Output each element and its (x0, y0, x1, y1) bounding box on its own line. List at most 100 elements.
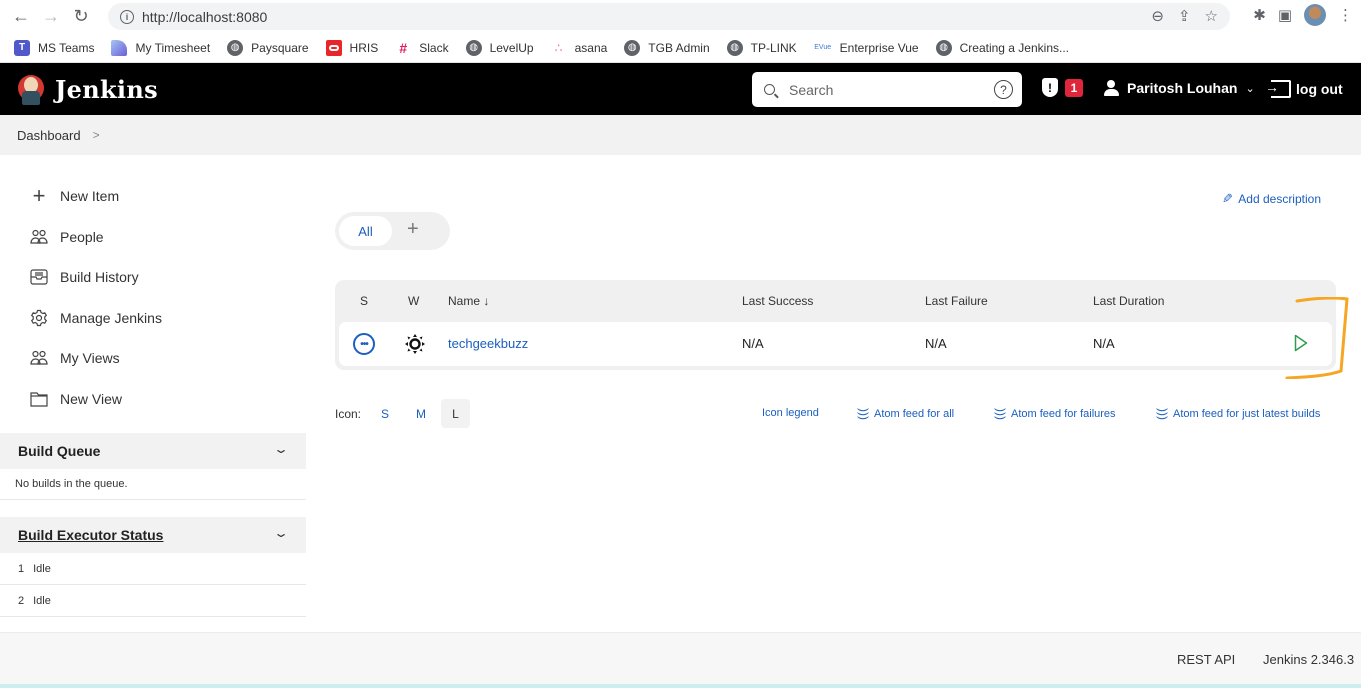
bookmark-ms-teams[interactable]: T MS Teams (14, 39, 94, 56)
bookmarks-bar: T MS Teams My Timesheet ◍ Paysquare HRIS #… (0, 33, 1361, 63)
projects-table: S W Name ↓ Last Success Last Failure Las… (335, 280, 1336, 370)
extensions-icon[interactable]: ✱ (1253, 6, 1266, 24)
col-last-success[interactable]: Last Success (742, 294, 813, 308)
view-tabs: All + (335, 212, 450, 250)
side-panel-icon[interactable]: ▣ (1278, 6, 1292, 24)
icon-legend-link[interactable]: Icon legend (762, 407, 819, 419)
bookmark-my-timesheet[interactable]: My Timesheet (111, 39, 210, 56)
timesheet-icon (111, 39, 128, 56)
table-row: ••• techgeekbuzz N/A N/A N/A (339, 322, 1332, 366)
chevron-down-icon: ⌄ (1245, 82, 1255, 95)
rss-icon: ))) (857, 408, 871, 420)
bookmark-star-icon[interactable]: ☆ (1205, 7, 1218, 25)
icon-size-m[interactable]: M (416, 407, 426, 421)
atom-feed-all-link[interactable]: ))) Atom feed for all (857, 407, 954, 421)
weather-sunny-icon[interactable] (404, 333, 426, 355)
rest-api-link[interactable]: REST API (1177, 652, 1235, 667)
jenkins-version-link[interactable]: Jenkins 2.346.3 (1263, 652, 1354, 667)
jenkins-logo-icon (16, 72, 46, 106)
search-icon (764, 84, 775, 95)
browser-toolbar: ← → ↻ i http://localhost:8080 ⊖ ⇪ ☆ ✱ ▣ … (0, 0, 1361, 33)
chevron-down-icon[interactable]: ⌄ (273, 526, 289, 540)
sidebar-item-my-views[interactable]: My Views (30, 349, 120, 367)
user-name: Paritosh Louhan (1127, 80, 1238, 96)
search-input[interactable] (789, 81, 989, 98)
gear-icon (30, 309, 48, 327)
folder-icon (30, 390, 48, 408)
jenkins-header: Jenkins ? ! 1 Paritosh Louhan ⌄ log out (0, 63, 1361, 115)
add-description-link[interactable]: ✎ Add description (1222, 191, 1321, 207)
profile-avatar[interactable] (1304, 4, 1326, 26)
bottom-strip (0, 684, 1361, 688)
sidebar-item-people[interactable]: People (30, 228, 104, 246)
last-success-value: N/A (742, 336, 764, 351)
sidebar-item-manage-jenkins[interactable]: Manage Jenkins (30, 309, 162, 327)
jenkins-home-link[interactable]: Jenkins (16, 72, 158, 106)
col-status[interactable]: S (360, 294, 368, 308)
bookmark-enterprise-vue[interactable]: EVue Enterprise Vue (814, 40, 918, 56)
rss-icon: ))) (1156, 408, 1170, 420)
share-icon[interactable]: ⇪ (1178, 7, 1191, 25)
col-last-failure[interactable]: Last Failure (925, 294, 988, 308)
chevron-down-icon[interactable]: ⌄ (273, 442, 289, 456)
bookmark-tp-link[interactable]: ◍ TP-LINK (726, 39, 797, 56)
atom-feed-failures-link[interactable]: ))) Atom feed for failures (994, 407, 1116, 421)
breadcrumb: Dashboard > (0, 115, 1361, 155)
address-bar[interactable]: i http://localhost:8080 ⊖ ⇪ ☆ (108, 3, 1230, 30)
globe-icon: ◍ (726, 39, 743, 56)
build-executor-link[interactable]: Build Executor Status (18, 527, 163, 543)
page-footer: REST API Jenkins 2.346.3 (0, 632, 1361, 684)
evue-icon: EVue (814, 44, 832, 51)
url-text[interactable]: http://localhost:8080 (142, 9, 267, 25)
globe-icon: ◍ (935, 39, 952, 56)
last-failure-value: N/A (925, 336, 947, 351)
bookmark-creating-jenkins[interactable]: ◍ Creating a Jenkins... (935, 39, 1069, 56)
annotation-bracket (1285, 297, 1349, 379)
add-view-tab[interactable]: + (407, 218, 419, 241)
help-icon[interactable]: ? (994, 80, 1013, 99)
chevron-right-icon[interactable]: > (93, 128, 100, 142)
breadcrumb-dashboard[interactable]: Dashboard (17, 128, 81, 143)
bookmark-levelup[interactable]: ◍ LevelUp (465, 39, 534, 56)
user-menu[interactable]: Paritosh Louhan ⌄ (1104, 80, 1255, 96)
browser-menu-icon[interactable]: ⋮ (1338, 6, 1353, 24)
build-executor-header[interactable]: Build Executor Status ⌄ (0, 517, 306, 553)
bookmark-tgb-admin[interactable]: ◍ TGB Admin (624, 39, 710, 56)
icon-size-l[interactable]: L (441, 399, 470, 428)
globe-icon: ◍ (227, 39, 244, 56)
atom-feed-latest-link[interactable]: ))) Atom feed for just latest builds (1156, 407, 1320, 421)
job-link-techgeekbuzz[interactable]: techgeekbuzz (448, 336, 528, 351)
col-last-duration[interactable]: Last Duration (1093, 294, 1164, 308)
forward-button[interactable]: → (38, 4, 64, 30)
reload-button[interactable]: ↻ (68, 4, 94, 30)
inbox-icon (30, 268, 48, 286)
sidebar-item-new-view[interactable]: New View (30, 390, 122, 408)
sidebar-item-build-history[interactable]: Build History (30, 268, 139, 286)
zoom-out-icon[interactable]: ⊖ (1151, 7, 1164, 25)
col-name[interactable]: Name ↓ (448, 294, 489, 308)
security-monitor[interactable]: ! 1 (1042, 78, 1083, 97)
build-queue-header[interactable]: Build Queue ⌄ (0, 433, 306, 469)
oracle-icon (325, 39, 342, 56)
col-weather[interactable]: W (408, 294, 419, 308)
icon-size-label: Icon: (335, 407, 362, 421)
bookmark-asana[interactable]: ∴ asana (551, 40, 608, 56)
bookmark-paysquare[interactable]: ◍ Paysquare (227, 39, 309, 56)
jenkins-logo-text: Jenkins (55, 74, 158, 104)
globe-icon: ◍ (465, 39, 482, 56)
pencil-icon: ✎ (1222, 191, 1234, 206)
back-button[interactable]: ← (8, 4, 34, 30)
slack-icon: # (399, 39, 408, 56)
not-built-status-icon[interactable]: ••• (353, 333, 375, 355)
plus-icon: + (32, 183, 46, 208)
bookmark-hris[interactable]: HRIS (325, 39, 378, 56)
executor-row: 2 Idle (0, 585, 306, 617)
page-body: + New Item People Build History Manage J… (0, 155, 1361, 630)
site-info-icon[interactable]: i (120, 9, 134, 24)
icon-size-s[interactable]: S (381, 407, 389, 421)
bookmark-slack[interactable]: # Slack (395, 40, 448, 56)
logout-button[interactable]: log out (1265, 79, 1343, 98)
sidebar-item-new-item[interactable]: + New Item (30, 183, 120, 208)
tab-all[interactable]: All (339, 216, 392, 246)
security-badge: 1 (1065, 78, 1083, 97)
